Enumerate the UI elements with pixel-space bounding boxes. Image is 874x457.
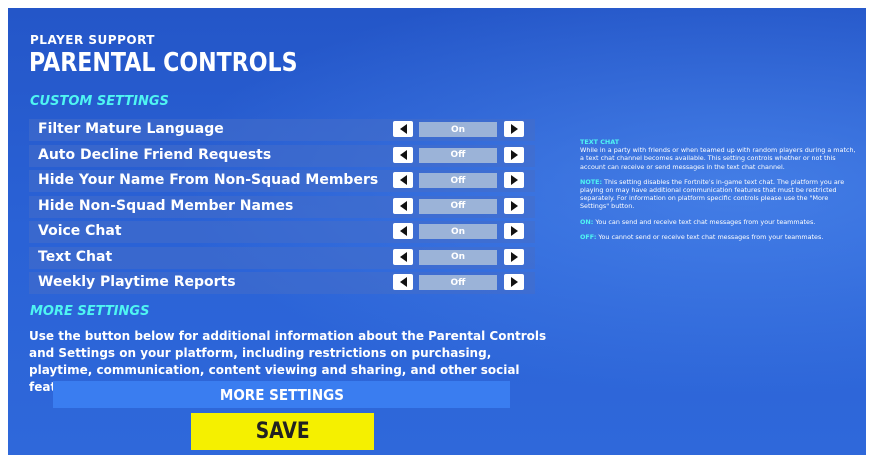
arrow-right-icon [510, 251, 518, 262]
setting-value: On [419, 224, 497, 239]
setting-value: Off [419, 198, 497, 214]
info-paragraph-note: NOTE: This setting disables the Fortnite… [580, 178, 858, 211]
info-off-text: You cannot send or receive text chat mes… [596, 232, 824, 241]
info-off-label: OFF: [580, 232, 597, 241]
more-settings-heading: MORE SETTINGS [30, 304, 150, 319]
setting-label: Weekly Playtime Reports [38, 274, 236, 290]
setting-row-voice-chat[interactable]: Voice Chat On [29, 221, 535, 243]
page-kicker: PLAYER SUPPORT [30, 33, 155, 47]
previous-option-button[interactable] [393, 274, 413, 290]
parental-controls-screen: PLAYER SUPPORT PARENTAL CONTROLS CUSTOM … [8, 8, 866, 455]
setting-row-text-chat[interactable]: Text Chat On [29, 246, 535, 269]
next-option-button[interactable] [504, 223, 524, 239]
arrow-left-icon [399, 226, 407, 236]
save-button-label: SAVE [255, 419, 310, 444]
custom-settings-heading: CUSTOM SETTINGS [30, 94, 169, 109]
setting-row-weekly-playtime-reports[interactable]: Weekly Playtime Reports Off [29, 272, 535, 294]
setting-value: Off [419, 275, 497, 290]
setting-label: Hide Your Name From Non-Squad Members [38, 172, 379, 188]
arrow-right-icon [510, 200, 518, 211]
setting-value: Off [419, 147, 497, 163]
info-note-text: This setting disables the Fortnite's in-… [580, 177, 845, 211]
info-body: While in a party with friends or when te… [580, 146, 856, 171]
setting-label: Voice Chat [38, 223, 122, 239]
previous-option-button[interactable] [393, 146, 413, 163]
next-option-button[interactable] [504, 146, 524, 163]
save-button[interactable]: SAVE [191, 413, 374, 450]
more-settings-button[interactable]: MORE SETTINGS [53, 381, 510, 408]
arrow-right-icon [510, 175, 518, 185]
info-paragraph-on: ON: You can send and receive text chat m… [580, 218, 858, 226]
next-option-button[interactable] [504, 197, 524, 214]
next-option-button[interactable] [504, 248, 524, 265]
setting-label: Filter Mature Language [38, 121, 224, 137]
next-option-button[interactable] [504, 172, 524, 188]
arrow-left-icon [399, 149, 407, 160]
setting-label: Hide Non-Squad Member Names [38, 197, 294, 214]
arrow-left-icon [399, 251, 407, 262]
setting-label: Text Chat [38, 248, 113, 265]
info-paragraph-main: TEXT CHAT While in a party with friends … [580, 138, 858, 171]
previous-option-button[interactable] [393, 223, 413, 239]
arrow-left-icon [399, 175, 407, 185]
setting-row-hide-your-name[interactable]: Hide Your Name From Non-Squad Members Of… [29, 170, 535, 192]
more-settings-button-label: MORE SETTINGS [219, 385, 344, 404]
arrow-left-icon [399, 124, 407, 134]
setting-value: On [419, 249, 497, 265]
setting-row-filter-mature-language[interactable]: Filter Mature Language On [29, 119, 535, 141]
arrow-right-icon [510, 277, 518, 287]
info-heading: TEXT CHAT [580, 138, 620, 146]
arrow-right-icon [510, 226, 518, 236]
previous-option-button[interactable] [393, 172, 413, 188]
previous-option-button[interactable] [393, 121, 413, 137]
arrow-left-icon [399, 277, 407, 287]
setting-value: On [419, 122, 497, 137]
info-paragraph-off: OFF: You cannot send or receive text cha… [580, 233, 858, 241]
info-note-label: NOTE: [580, 177, 603, 186]
info-on-text: You can send and receive text chat messa… [593, 217, 816, 226]
settings-list: Filter Mature Language On Auto Decline F… [29, 119, 535, 298]
setting-row-auto-decline-friend-requests[interactable]: Auto Decline Friend Requests Off [29, 144, 535, 167]
setting-value: Off [419, 173, 497, 188]
next-option-button[interactable] [504, 121, 524, 137]
arrow-right-icon [510, 124, 518, 134]
previous-option-button[interactable] [393, 248, 413, 265]
previous-option-button[interactable] [393, 197, 413, 214]
setting-row-hide-non-squad-member-names[interactable]: Hide Non-Squad Member Names Off [29, 195, 535, 218]
next-option-button[interactable] [504, 274, 524, 290]
arrow-left-icon [399, 200, 407, 211]
setting-info-panel: TEXT CHAT While in a party with friends … [580, 138, 858, 248]
setting-label: Auto Decline Friend Requests [38, 146, 272, 163]
info-on-label: ON: [580, 217, 594, 226]
arrow-right-icon [510, 149, 518, 160]
page-title: PARENTAL CONTROLS [29, 48, 298, 78]
